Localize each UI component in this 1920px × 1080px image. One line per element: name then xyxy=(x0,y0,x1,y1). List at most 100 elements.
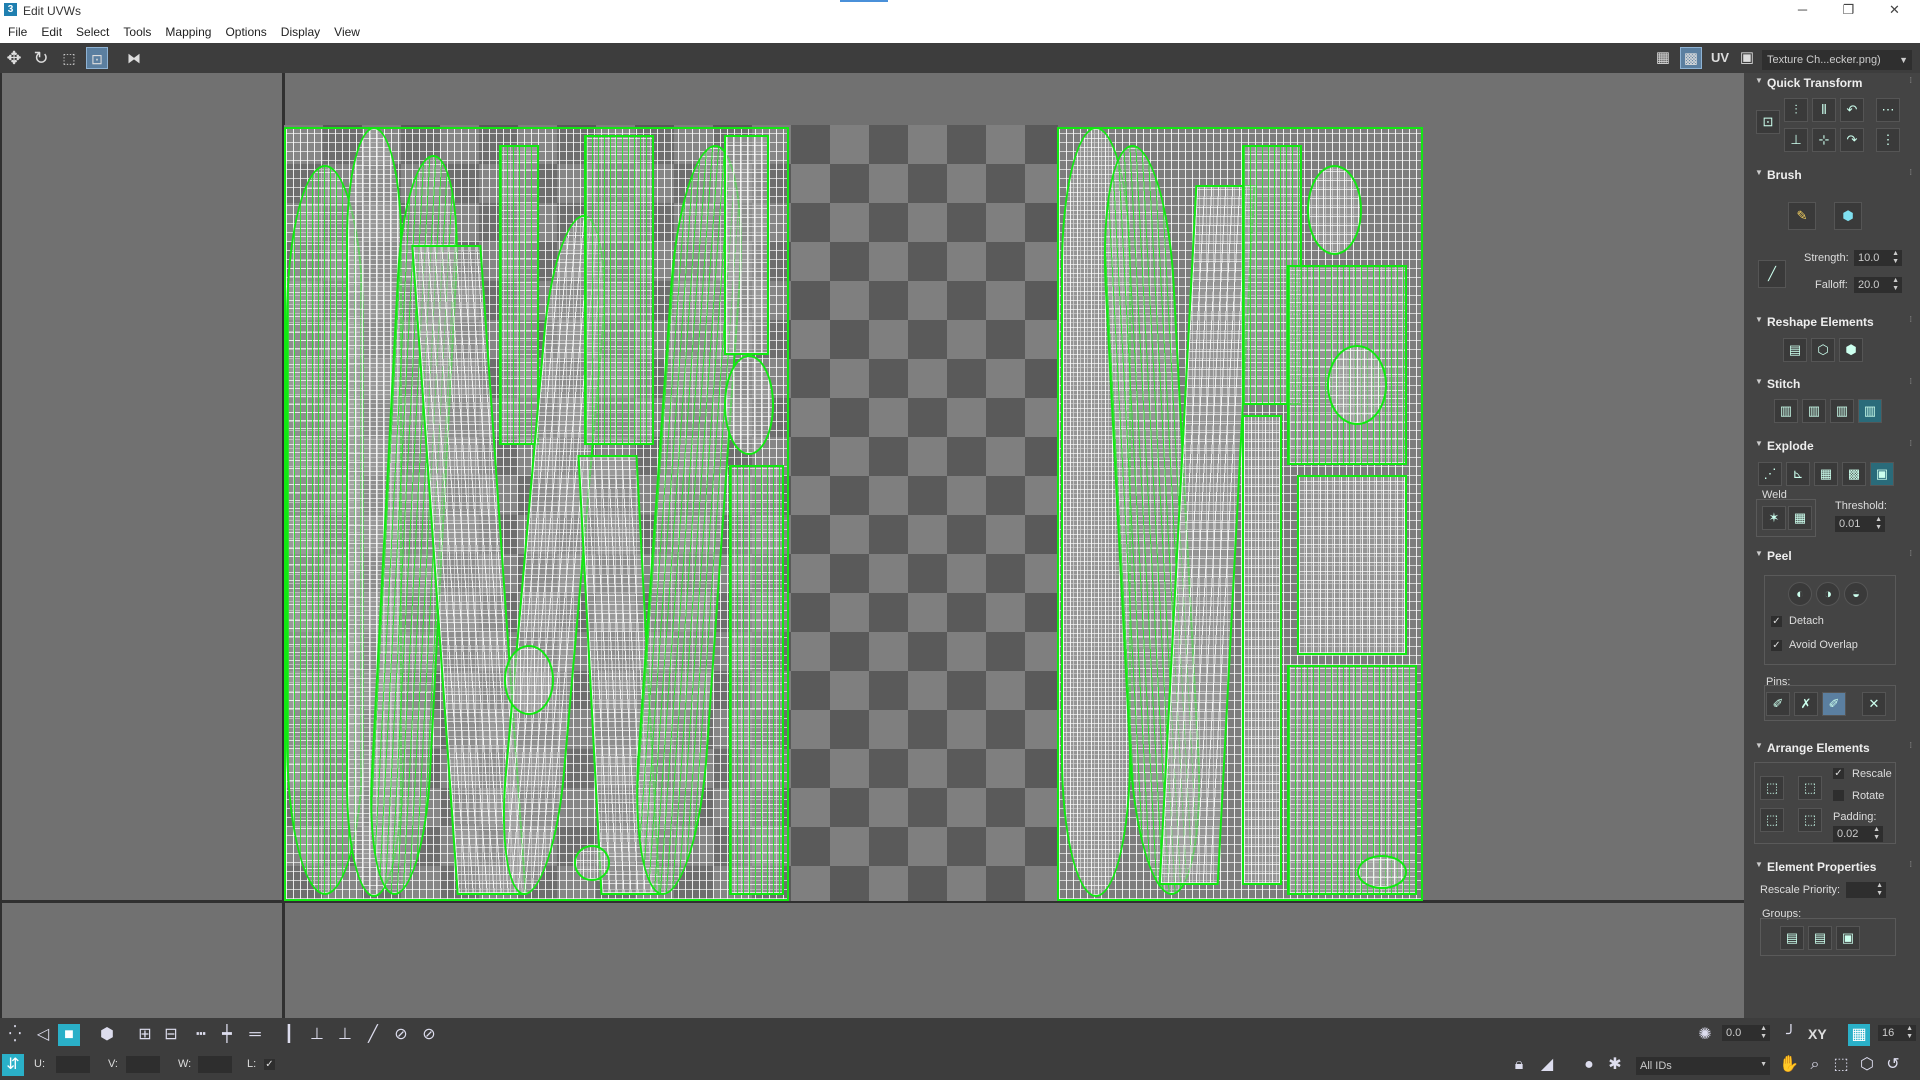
group-select-icon[interactable]: ▤ xyxy=(1780,926,1804,950)
spinner-arrows-icon[interactable]: ▲ ▼ xyxy=(1892,277,1899,293)
pack-custom-icon[interactable]: ⬚ xyxy=(1798,776,1822,800)
menu-view[interactable]: View xyxy=(327,21,367,43)
close-button[interactable]: ✕ xyxy=(1872,0,1917,21)
more-options-icon[interactable]: ⋮ xyxy=(1876,128,1900,152)
polygon-mode-icon[interactable]: ■ xyxy=(58,1024,80,1046)
group-add-icon[interactable]: ▣ xyxy=(1836,926,1860,950)
element-mode-icon[interactable]: ⬢ xyxy=(96,1024,118,1046)
uv-island[interactable] xyxy=(729,465,784,895)
brush-stroke-icon[interactable]: ╱ xyxy=(1758,260,1786,288)
transform-type-icon[interactable]: ⇵ xyxy=(2,1054,24,1076)
paint-shrink-icon[interactable]: ⊘ xyxy=(418,1024,440,1046)
pan-icon[interactable]: ✋ xyxy=(1778,1054,1800,1076)
rotate-checkbox[interactable] xyxy=(1833,790,1844,801)
auto-pin-icon[interactable]: ✐ xyxy=(1822,692,1846,716)
ring-select-icon[interactable]: ┿ xyxy=(216,1024,238,1046)
rescale-checkbox[interactable]: ✓ xyxy=(1833,768,1844,779)
menu-tools[interactable]: Tools xyxy=(116,21,158,43)
explode-header[interactable]: ▼ Explode ⁞ xyxy=(1746,437,1920,455)
weld-target-icon[interactable]: ▦ xyxy=(1788,506,1812,530)
stitch-source-icon[interactable]: ▥ xyxy=(1858,399,1882,423)
restore-button[interactable]: ❐ xyxy=(1826,0,1871,21)
point-to-point-icon[interactable]: ⊥ xyxy=(306,1024,328,1046)
group-ungroup-icon[interactable]: ▤ xyxy=(1808,926,1832,950)
grid-spinner[interactable]: 16 ▲ ▼ xyxy=(1878,1025,1916,1041)
xy-label[interactable]: XY xyxy=(1808,1026,1827,1042)
zoom-extents-icon[interactable]: ⬡ xyxy=(1856,1054,1878,1076)
falloff-spinner[interactable]: 20.0 ▲ ▼ xyxy=(1854,277,1902,293)
scale-icon[interactable]: ⬚ xyxy=(58,47,80,69)
drag-handle-icon[interactable]: ⁞ xyxy=(1909,315,1912,324)
stitch-average-icon[interactable]: ▥ xyxy=(1830,399,1854,423)
rescale-priority-spinner[interactable]: ▲ ▼ xyxy=(1846,882,1886,898)
brush-header[interactable]: ▼ Brush ⁞ xyxy=(1746,166,1920,184)
strength-spinner[interactable]: 10.0 ▲ ▼ xyxy=(1854,250,1902,266)
element-properties-header[interactable]: ▼ Element Properties ⁞ xyxy=(1746,858,1920,876)
menu-edit[interactable]: Edit xyxy=(34,21,69,43)
spinner-arrows-icon[interactable]: ▲ ▼ xyxy=(1875,516,1882,532)
rotate-ccw-icon[interactable]: ↶ xyxy=(1840,98,1864,122)
grow-select-icon[interactable]: ⊞ xyxy=(134,1024,156,1046)
stitch-target-icon[interactable]: ▥ xyxy=(1802,399,1826,423)
options-icon[interactable]: ⋯ xyxy=(1876,98,1900,122)
space-horizontal-icon[interactable]: ⦀ xyxy=(1812,98,1836,122)
v-field[interactable] xyxy=(126,1056,160,1073)
rotate-icon[interactable]: ↻ xyxy=(30,47,52,69)
weld-selected-icon[interactable]: ✶ xyxy=(1762,506,1786,530)
spinner-arrows-icon[interactable]: ▲ ▼ xyxy=(1906,1025,1913,1041)
reset-peel-icon[interactable]: ◒ xyxy=(1844,582,1868,606)
rotate-cw-icon[interactable]: ↷ xyxy=(1840,128,1864,152)
pack-normalize-icon[interactable]: ⬚ xyxy=(1760,776,1784,800)
split-icon[interactable]: ⊾ xyxy=(1786,462,1810,486)
stitch-custom-icon[interactable]: ▥ xyxy=(1774,399,1798,423)
peel-mode-icon[interactable]: ◑ xyxy=(1816,582,1840,606)
move-icon[interactable]: ✥ xyxy=(3,47,25,69)
loop-select-icon[interactable]: ┅ xyxy=(190,1024,212,1046)
loop-shrink-icon[interactable]: ═ xyxy=(244,1024,266,1046)
uv-island[interactable] xyxy=(1242,415,1282,885)
padding-spinner[interactable]: 0.02 ▲ ▼ xyxy=(1833,826,1883,842)
threshold-spinner[interactable]: 0.01 ▲ ▼ xyxy=(1835,516,1885,532)
menu-select[interactable]: Select xyxy=(69,21,116,43)
spinner-arrows-icon[interactable]: ▲ ▼ xyxy=(1873,826,1880,842)
freeform-icon[interactable]: ⊡ xyxy=(86,47,108,69)
paint-brush-icon[interactable]: ✎ xyxy=(1788,202,1816,230)
space-vertical-icon[interactable]: ⊹ xyxy=(1812,128,1836,152)
detach-checkbox[interactable]: ✓ xyxy=(1771,616,1782,627)
drag-handle-icon[interactable]: ⁞ xyxy=(1909,377,1912,386)
uv-island[interactable] xyxy=(724,135,769,355)
spinner-arrows-icon[interactable]: ▲ ▼ xyxy=(1876,882,1883,898)
menu-mapping[interactable]: Mapping xyxy=(158,21,218,43)
angle-spinner[interactable]: 0.0 ▲ ▼ xyxy=(1722,1025,1770,1041)
quick-transform-header[interactable]: ▼ Quick Transform ⁞ xyxy=(1746,74,1920,92)
menu-options[interactable]: Options xyxy=(218,21,273,43)
relax-brush-icon[interactable]: ⬢ xyxy=(1834,202,1862,230)
drag-handle-icon[interactable]: ⁞ xyxy=(1909,76,1912,85)
break-icon[interactable]: ⋰ xyxy=(1758,462,1782,486)
drag-handle-icon[interactable]: ⁞ xyxy=(1909,549,1912,558)
uv-island[interactable] xyxy=(504,645,554,715)
pivot-icon[interactable]: ⊡ xyxy=(1756,110,1780,134)
mirror-icon[interactable]: ⧓ xyxy=(123,47,145,69)
unfold-icon[interactable]: ⬢ xyxy=(1839,338,1863,362)
lock-checkbox[interactable]: ✓ xyxy=(264,1059,275,1070)
minimize-button[interactable]: ─ xyxy=(1780,0,1825,21)
curve-icon[interactable]: ╯ xyxy=(1780,1024,1802,1046)
uv-island[interactable] xyxy=(1297,475,1407,655)
reshape-elements-header[interactable]: ▼ Reshape Elements ⁞ xyxy=(1746,313,1920,331)
edge-mode-icon[interactable]: ◁ xyxy=(32,1024,54,1046)
reset-view-icon[interactable]: ↺ xyxy=(1882,1054,1904,1076)
uv-island[interactable] xyxy=(584,135,654,445)
uv-island[interactable] xyxy=(1327,345,1387,425)
select-pins-icon[interactable]: ✕ xyxy=(1862,692,1886,716)
spinner-arrows-icon[interactable]: ▲ ▼ xyxy=(1760,1025,1767,1041)
checker-grid-icon[interactable]: ▦ xyxy=(1652,47,1674,69)
paint-select-icon[interactable]: ╱ xyxy=(362,1024,384,1046)
menu-display[interactable]: Display xyxy=(274,21,327,43)
avoid-overlap-checkbox[interactable]: ✓ xyxy=(1771,640,1782,651)
uv-island[interactable] xyxy=(499,145,539,445)
uv-tile[interactable] xyxy=(284,125,1058,901)
drag-handle-icon[interactable]: ⁞ xyxy=(1909,168,1912,177)
spinner-arrows-icon[interactable]: ▲ ▼ xyxy=(1892,250,1899,266)
align-horizontal-icon[interactable]: ⫶ xyxy=(1784,98,1808,122)
